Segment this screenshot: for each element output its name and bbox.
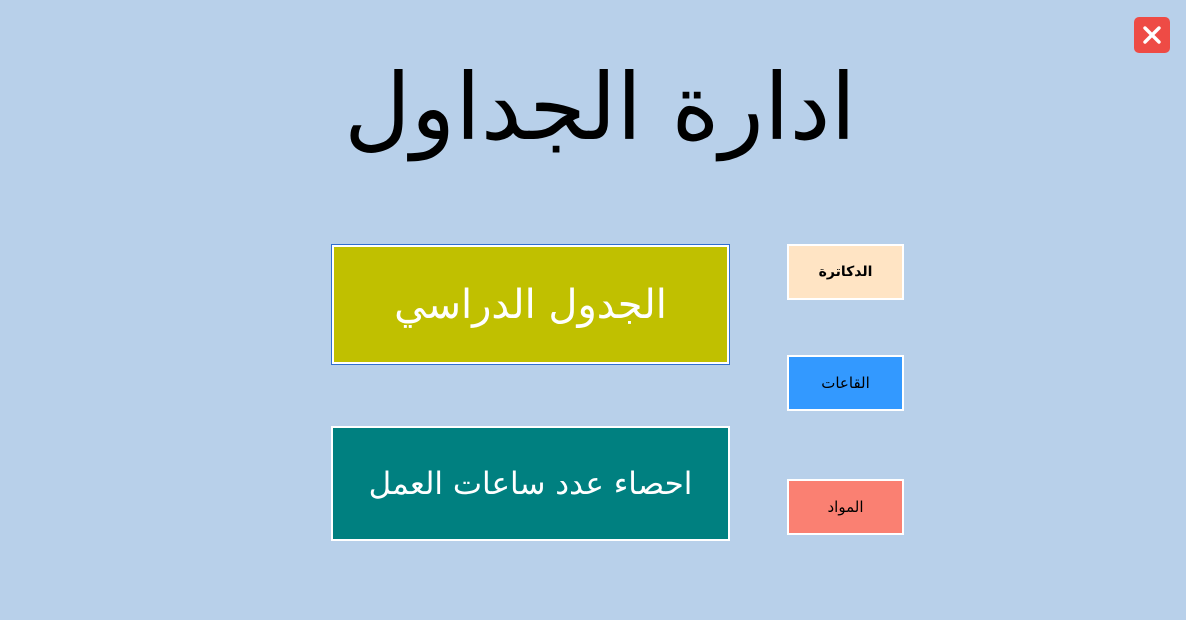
courses-button[interactable]: المواد	[787, 479, 904, 535]
close-button[interactable]	[1134, 17, 1170, 53]
page-title: ادارة الجداول	[343, 54, 857, 161]
close-icon	[1142, 25, 1162, 45]
halls-button[interactable]: القاعات	[787, 355, 904, 411]
doctors-button[interactable]: الدكاترة	[787, 244, 904, 300]
work-hours-stats-button[interactable]: احصاء عدد ساعات العمل	[331, 426, 730, 541]
schedule-button[interactable]: الجدول الدراسي	[331, 244, 730, 365]
